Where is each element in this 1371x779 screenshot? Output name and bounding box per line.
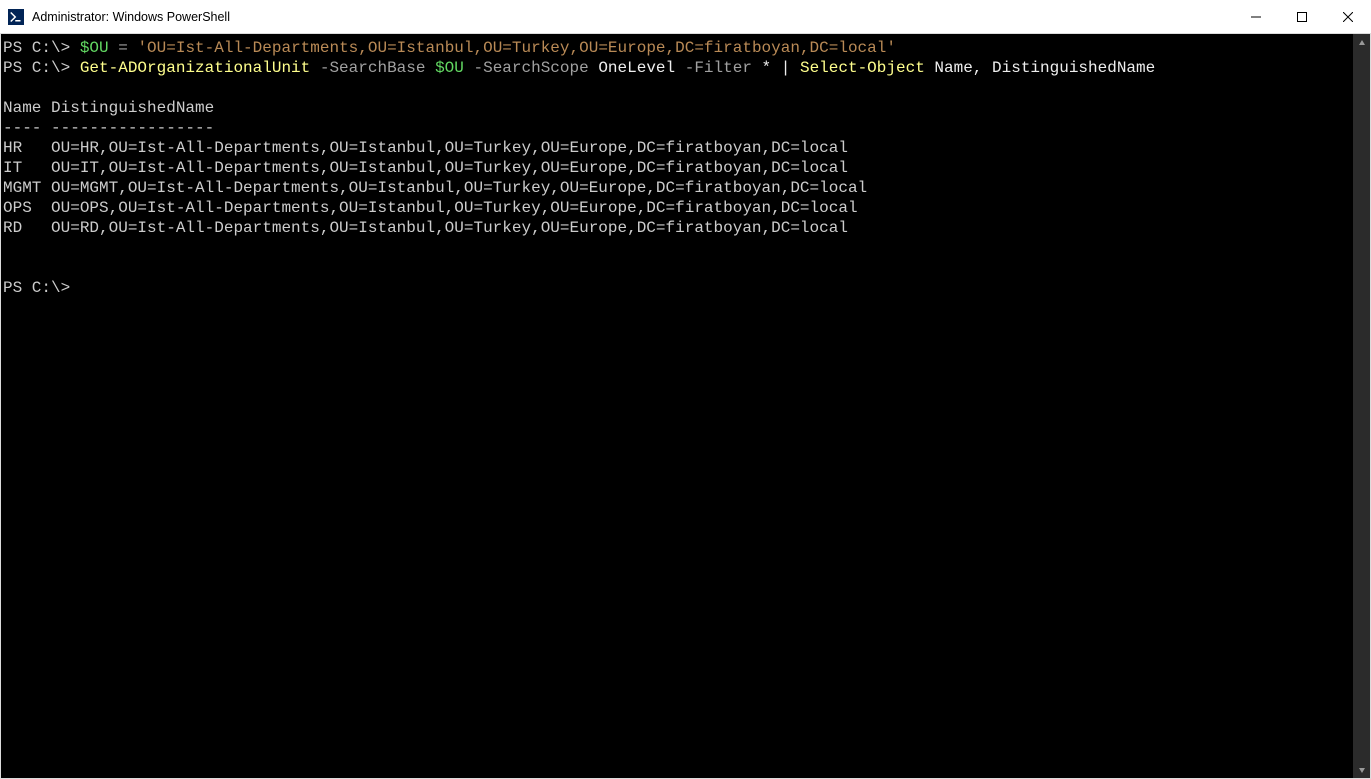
blank-line [3, 238, 1351, 258]
scrollbar[interactable] [1353, 34, 1370, 778]
output-ruler: ---- ----------------- [3, 118, 1351, 138]
titlebar[interactable]: Administrator: Windows PowerShell [0, 0, 1371, 34]
terminal[interactable]: PS C:\> $OU = 'OU=Ist-All-Departments,OU… [1, 34, 1353, 778]
command-line-1: PS C:\> $OU = 'OU=Ist-All-Departments,OU… [3, 38, 1351, 58]
window-title: Administrator: Windows PowerShell [32, 10, 230, 24]
table-row: MGMT OU=MGMT,OU=Ist-All-Departments,OU=I… [3, 178, 1351, 198]
terminal-wrapper: PS C:\> $OU = 'OU=Ist-All-Departments,OU… [0, 34, 1371, 779]
command-line-2: PS C:\> Get-ADOrganizationalUnit -Search… [3, 58, 1351, 78]
blank-line [3, 78, 1351, 98]
table-row: IT OU=IT,OU=Ist-All-Departments,OU=Istan… [3, 158, 1351, 178]
powershell-icon [8, 9, 24, 25]
scroll-up-icon[interactable] [1353, 34, 1370, 51]
minimize-button[interactable] [1233, 0, 1279, 34]
blank-line [3, 258, 1351, 278]
close-button[interactable] [1325, 0, 1371, 34]
table-row: OPS OU=OPS,OU=Ist-All-Departments,OU=Ist… [3, 198, 1351, 218]
output-header: Name DistinguishedName [3, 98, 1351, 118]
table-row: RD OU=RD,OU=Ist-All-Departments,OU=Istan… [3, 218, 1351, 238]
window-controls [1233, 0, 1371, 34]
scroll-down-icon[interactable] [1353, 761, 1370, 778]
maximize-button[interactable] [1279, 0, 1325, 34]
table-row: HR OU=HR,OU=Ist-All-Departments,OU=Istan… [3, 138, 1351, 158]
prompt-line: PS C:\> [3, 278, 1351, 298]
